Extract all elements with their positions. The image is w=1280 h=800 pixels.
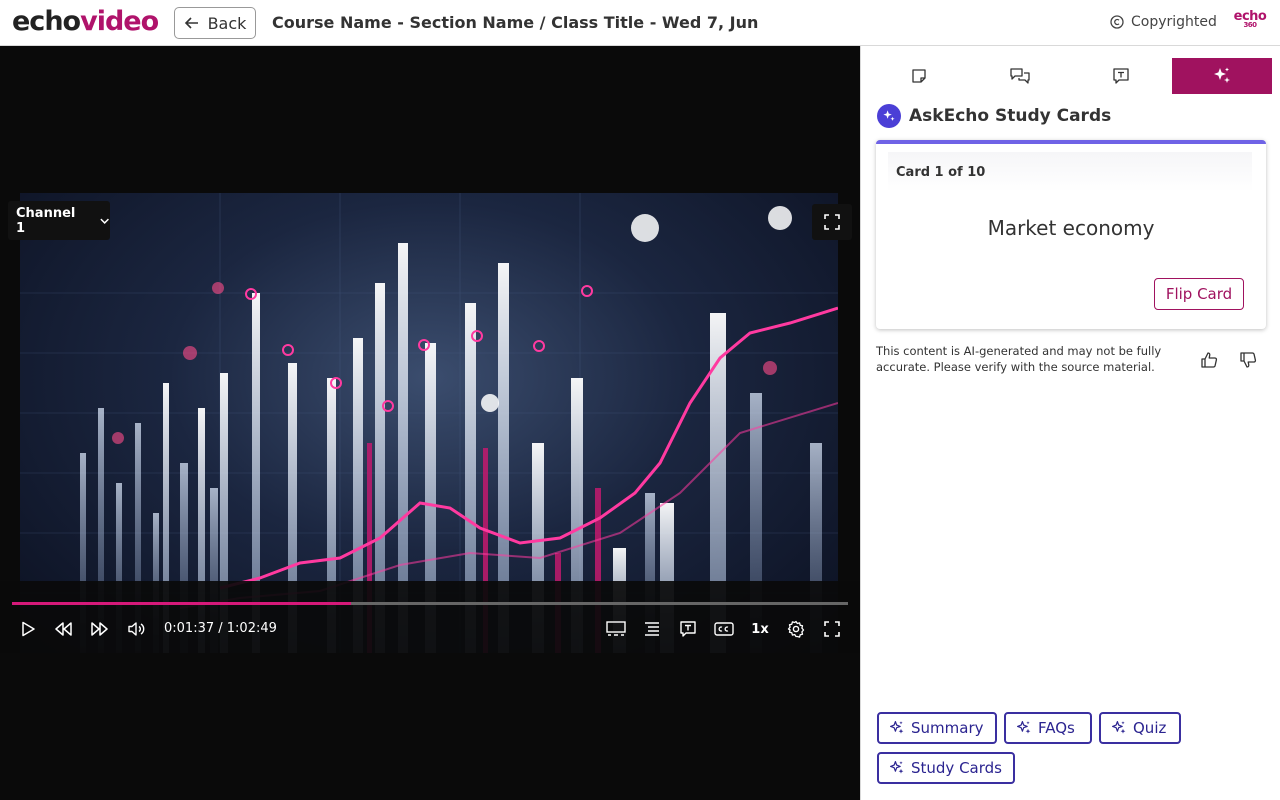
tab-notes[interactable] bbox=[869, 58, 969, 94]
fullscreen-button[interactable] bbox=[818, 617, 846, 641]
tab-discussions[interactable] bbox=[970, 58, 1070, 94]
panel-header: AskEcho Study Cards bbox=[877, 104, 1111, 128]
fast-forward-icon bbox=[91, 622, 108, 636]
summary-button[interactable]: Summary bbox=[877, 712, 997, 744]
ai-sparkle-icon bbox=[890, 721, 904, 734]
panel-title: AskEcho Study Cards bbox=[909, 106, 1112, 126]
layout-icon bbox=[606, 621, 626, 636]
ai-sparkle-icon bbox=[1112, 721, 1126, 734]
copyright-label: Copyrighted bbox=[1131, 14, 1217, 30]
echo360-logo: echo 360 bbox=[1233, 9, 1267, 29]
fullscreen-icon bbox=[824, 214, 840, 230]
tab-transcript[interactable] bbox=[1071, 58, 1171, 94]
study-cards-button[interactable]: Study Cards bbox=[877, 752, 1015, 784]
rewind-button[interactable] bbox=[50, 617, 78, 641]
play-icon bbox=[22, 621, 35, 637]
askecho-badge bbox=[877, 104, 901, 128]
channel-selector[interactable]: Channel 1 bbox=[8, 201, 110, 240]
thumbs-down-button[interactable] bbox=[1236, 348, 1260, 372]
gear-icon bbox=[787, 620, 805, 638]
transcript-button[interactable] bbox=[674, 617, 702, 641]
back-label: Back bbox=[207, 13, 247, 33]
arrow-left-icon bbox=[184, 17, 198, 29]
time-display: 0:01:37 / 1:02:49 bbox=[164, 621, 277, 636]
top-bar: echovideo Back Course Name - Section Nam… bbox=[0, 0, 1280, 46]
side-panel: AskEcho Study Cards Card 1 of 10 Market … bbox=[860, 46, 1280, 800]
quiz-button[interactable]: Quiz bbox=[1099, 712, 1181, 744]
settings-button[interactable] bbox=[782, 617, 810, 641]
flip-card-button[interactable]: Flip Card bbox=[1154, 278, 1244, 310]
forward-button[interactable] bbox=[85, 617, 113, 641]
ai-disclaimer: This content is AI-generated and may not… bbox=[876, 344, 1162, 374]
progress-bar[interactable] bbox=[12, 602, 848, 605]
chevron-down-icon bbox=[100, 218, 109, 224]
copyright-status: Copyrighted bbox=[1110, 14, 1217, 30]
progress-fill bbox=[12, 602, 351, 605]
notes-icon bbox=[912, 69, 926, 83]
ai-sparkle-icon bbox=[1017, 721, 1031, 734]
fullscreen-channel-button[interactable] bbox=[812, 204, 852, 240]
faqs-button[interactable]: FAQs bbox=[1004, 712, 1092, 744]
speed-label: 1x bbox=[751, 621, 769, 637]
back-button[interactable]: Back bbox=[174, 7, 256, 39]
thumbs-up-button[interactable] bbox=[1197, 348, 1221, 372]
tab-askecho[interactable] bbox=[1172, 58, 1272, 94]
fullscreen-icon bbox=[824, 621, 840, 637]
card-term: Market economy bbox=[987, 216, 1155, 240]
thumbs-down-icon bbox=[1240, 352, 1257, 368]
discussion-icon bbox=[1010, 68, 1030, 84]
play-button[interactable] bbox=[14, 617, 42, 641]
card-counter: Card 1 of 10 bbox=[896, 165, 986, 180]
list-icon bbox=[645, 622, 659, 636]
captions-button[interactable] bbox=[710, 617, 738, 641]
volume-icon bbox=[128, 622, 145, 636]
echovideo-logo[interactable]: echovideo bbox=[12, 6, 159, 37]
transcript-icon bbox=[680, 621, 696, 637]
outline-button[interactable] bbox=[638, 617, 666, 641]
transcript-icon bbox=[1113, 68, 1129, 84]
layout-button[interactable] bbox=[602, 617, 630, 641]
page-title: Course Name - Section Name / Class Title… bbox=[272, 13, 759, 32]
channel-label: Channel 1 bbox=[16, 205, 76, 236]
ai-sparkle-icon bbox=[1214, 67, 1230, 83]
ai-sparkle-icon bbox=[883, 110, 895, 121]
video-player[interactable]: Channel 1 0:01:37 / 1:02:49 1x bbox=[0, 46, 860, 800]
rewind-icon bbox=[55, 622, 72, 636]
playback-speed-button[interactable]: 1x bbox=[746, 617, 774, 641]
ai-sparkle-icon bbox=[890, 761, 904, 774]
copyright-icon bbox=[1110, 15, 1124, 29]
volume-button[interactable] bbox=[123, 617, 151, 641]
closed-captions-icon bbox=[714, 622, 734, 636]
player-controls: 0:01:37 / 1:02:49 1x bbox=[0, 581, 860, 653]
study-card: Card 1 of 10 Market economy Flip Card bbox=[876, 140, 1266, 329]
thumbs-up-icon bbox=[1201, 352, 1218, 368]
